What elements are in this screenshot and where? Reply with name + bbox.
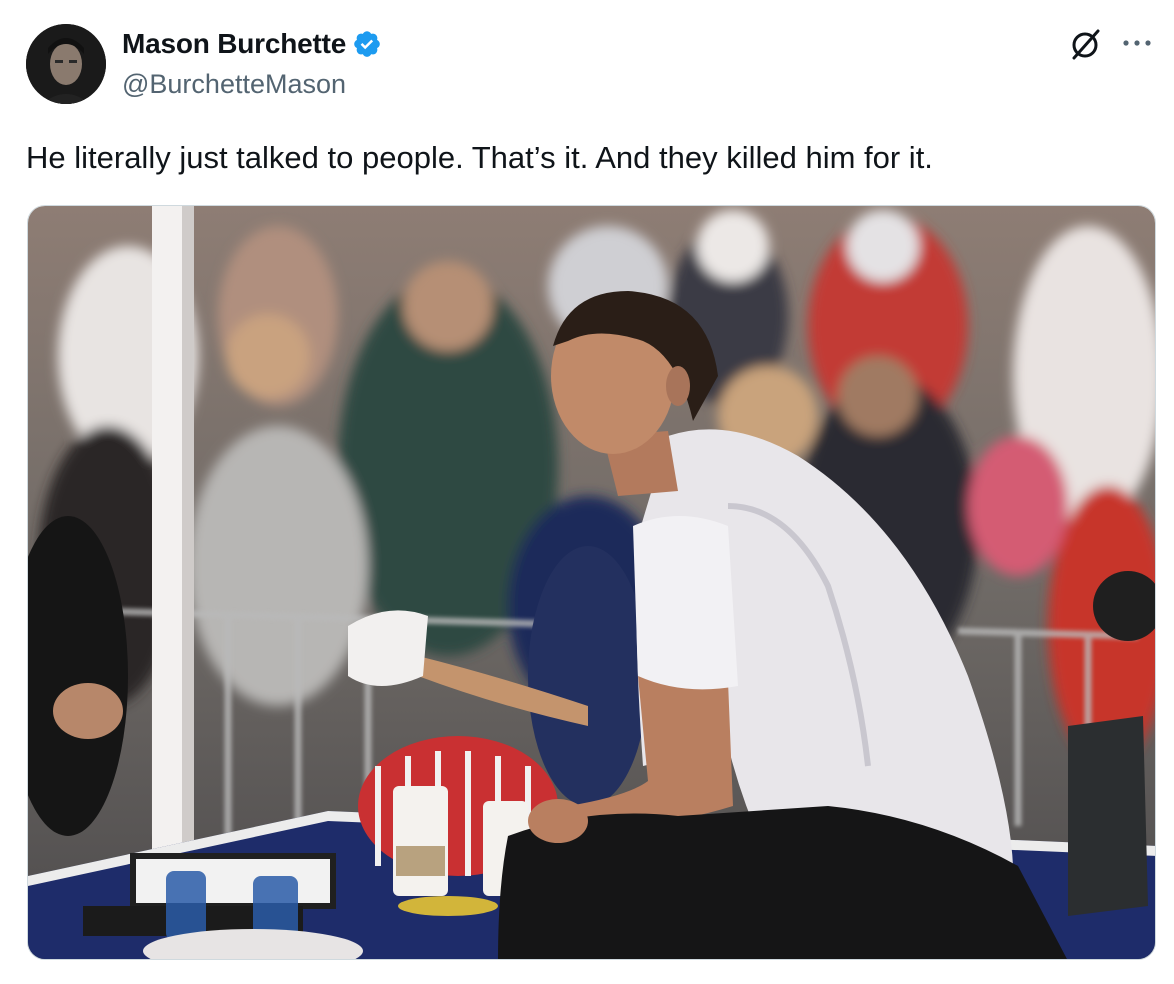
author-handle[interactable]: @BurchetteMason [122, 68, 346, 100]
author-display-name[interactable]: Mason Burchette [122, 27, 346, 61]
verified-badge-icon[interactable] [352, 29, 382, 59]
author-avatar[interactable] [26, 24, 106, 104]
more-options-icon[interactable] [1120, 36, 1154, 50]
author-name-row: Mason Burchette [122, 27, 382, 61]
photo-illustration [28, 206, 1155, 959]
grok-icon[interactable] [1068, 26, 1104, 62]
avatar-image [26, 24, 106, 104]
tweet-photo[interactable] [27, 205, 1156, 960]
tweet-text: He literally just talked to people. That… [26, 140, 933, 175]
